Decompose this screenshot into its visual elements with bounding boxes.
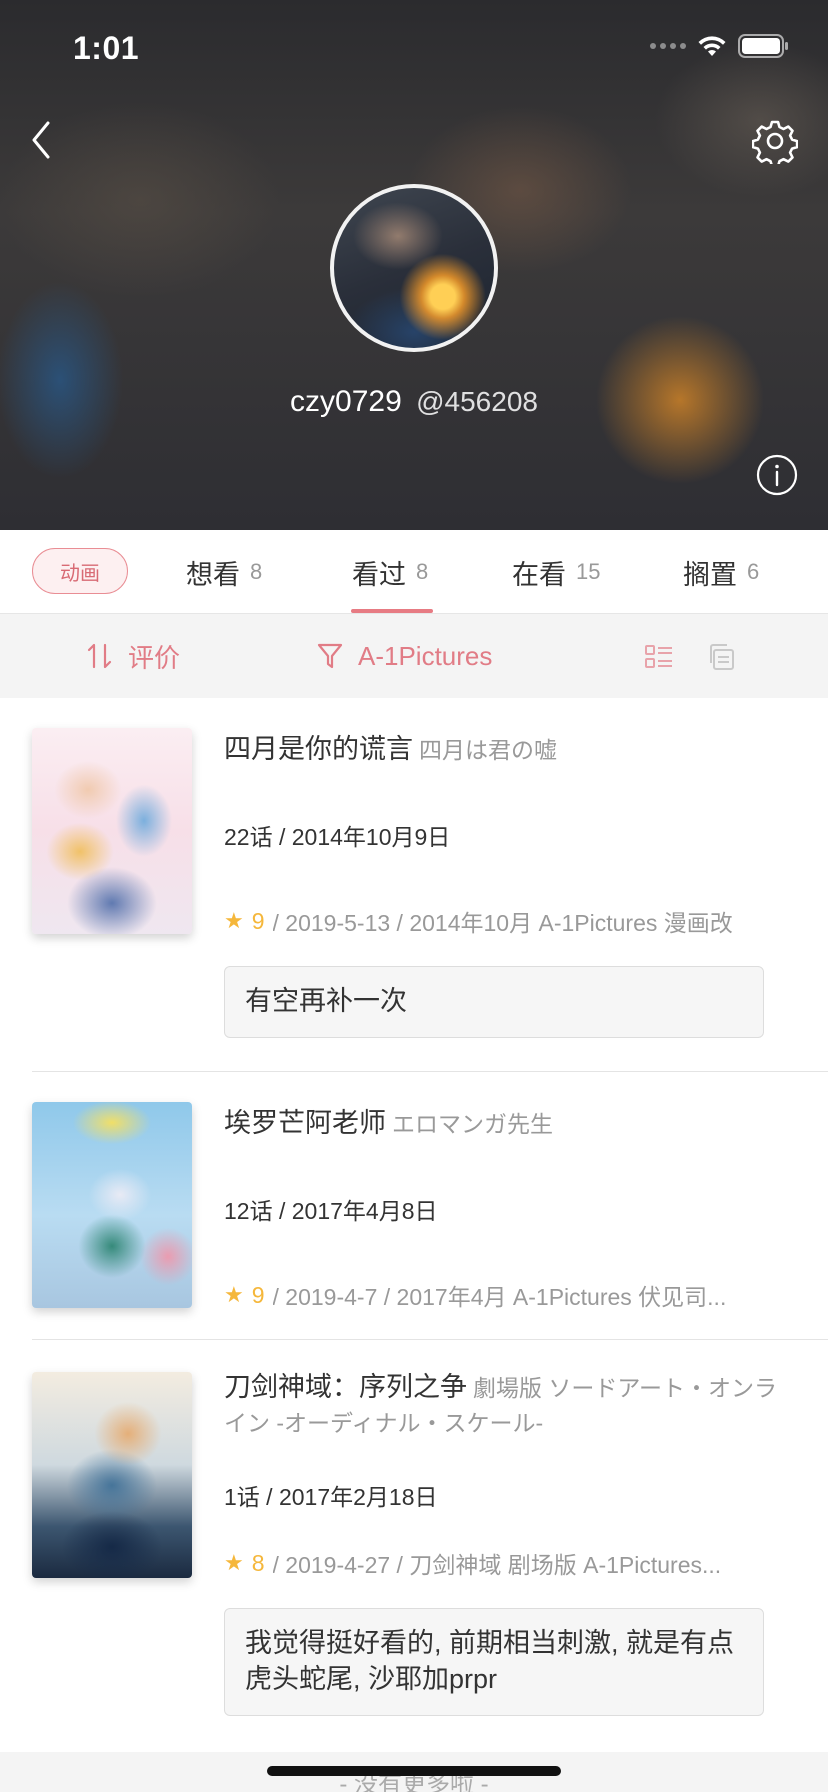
- info-icon: [756, 454, 798, 496]
- list-view-button[interactable]: [644, 642, 674, 672]
- item-title-jp: エロマンガ先生: [392, 1111, 553, 1137]
- poster-image[interactable]: [32, 1372, 192, 1578]
- item-title-jp: 四月は君の嘘: [419, 737, 557, 763]
- profile-header: 1:01 czy0729 @456208: [0, 0, 828, 530]
- item-comment: 有空再补一次: [224, 966, 764, 1038]
- list-item[interactable]: 刀剑神域：序列之争 劇場版 ソードアート・オンライン -オーディナル・スケール- …: [0, 1340, 828, 1752]
- collection-tabs: 动画 想看 8 看过 8 在看 15 搁置 6: [0, 530, 828, 614]
- info-button[interactable]: [756, 454, 798, 496]
- poster-image[interactable]: [32, 728, 192, 934]
- list-item[interactable]: 四月是你的谎言 四月は君の嘘 22话 / 2014年10月9日 ★ 9 / 201…: [0, 698, 828, 1072]
- filter-button[interactable]: A-1Pictures: [316, 614, 492, 698]
- star-icon: ★: [224, 908, 244, 933]
- sort-label: 评价: [128, 642, 181, 673]
- tab-watching[interactable]: 在看 15: [512, 530, 600, 614]
- battery-icon: [738, 34, 790, 58]
- item-score: 9: [251, 907, 265, 934]
- star-icon: ★: [224, 1282, 244, 1307]
- active-tab-indicator: [351, 609, 433, 613]
- item-title-cn: 四月是你的谎言: [224, 734, 413, 764]
- item-meta: ★ 9 / 2019-4-7 / 2017年4月 A-1Pictures 伏见司…: [224, 1278, 784, 1312]
- item-meta: ★ 8 / 2019-4-27 / 刀剑神域 剧场版 A-1Pictures..…: [224, 1546, 784, 1580]
- back-button[interactable]: [22, 115, 62, 165]
- filter-label: A-1Pictures: [358, 640, 493, 671]
- tab-count: 15: [576, 559, 601, 584]
- collection-list: 四月是你的谎言 四月は君の嘘 22话 / 2014年10月9日 ★ 9 / 201…: [0, 698, 828, 1752]
- list-item[interactable]: 埃罗芒阿老师 エロマンガ先生 12话 / 2017年4月8日 ★ 9 / 2019…: [0, 1072, 828, 1340]
- grid-view-button[interactable]: [706, 642, 736, 672]
- category-selector[interactable]: 动画: [32, 548, 128, 594]
- avatar[interactable]: [330, 184, 498, 352]
- wifi-icon: [696, 34, 728, 58]
- item-title: 刀剑神域：序列之争 劇場版 ソードアート・オンライン -オーディナル・スケール-: [224, 1370, 788, 1440]
- gear-icon: [751, 120, 799, 168]
- home-indicator: [267, 1766, 561, 1776]
- status-time: 1:01: [73, 30, 140, 66]
- item-score: 9: [251, 1281, 265, 1308]
- filter-bar: 评价 A-1Pictures: [0, 614, 828, 698]
- item-title: 埃罗芒阿老师 エロマンガ先生: [224, 1106, 788, 1141]
- chevron-left-icon: [32, 121, 50, 159]
- item-meta-text: / 2019-5-13 / 2014年10月 A-1Pictures 漫画改: [272, 910, 733, 936]
- signal-icon: [650, 43, 686, 49]
- item-title-cn: 埃罗芒阿老师: [224, 1108, 386, 1138]
- tab-wish[interactable]: 想看 8: [186, 530, 262, 614]
- tab-label: 在看: [512, 559, 566, 590]
- item-comment: 我觉得挺好看的, 前期相当刺激, 就是有点虎头蛇尾, 沙耶加prpr: [224, 1608, 764, 1716]
- username: czy0729: [290, 385, 402, 418]
- filter-icon: [317, 643, 343, 669]
- poster-image[interactable]: [32, 1102, 192, 1308]
- tab-on-hold[interactable]: 搁置 6: [683, 530, 759, 614]
- tab-count: 6: [747, 559, 760, 584]
- item-episodes: 22话 / 2014年10月9日: [224, 824, 451, 850]
- user-name: czy0729 @456208: [0, 385, 828, 419]
- tab-count: 8: [250, 559, 263, 584]
- list-view-icon: [645, 645, 672, 668]
- tab-label: 搁置: [683, 559, 737, 590]
- sort-button[interactable]: 评价: [86, 614, 180, 698]
- item-meta-text: / 2019-4-27 / 刀剑神域 剧场版 A-1Pictures...: [272, 1552, 722, 1578]
- item-meta: ★ 9 / 2019-5-13 / 2014年10月 A-1Pictures 漫…: [224, 904, 784, 938]
- item-meta-text: / 2019-4-7 / 2017年4月 A-1Pictures 伏见司...: [272, 1284, 727, 1310]
- item-score: 8: [251, 1549, 265, 1576]
- settings-button[interactable]: [751, 118, 799, 168]
- tab-watched[interactable]: 看过 8: [352, 530, 428, 614]
- tab-count: 8: [416, 559, 429, 584]
- star-icon: ★: [224, 1550, 244, 1575]
- copy-view-icon: [710, 644, 734, 670]
- item-episodes: 1话 / 2017年2月18日: [224, 1484, 438, 1510]
- sort-icon: [87, 643, 112, 669]
- user-id: @456208: [416, 386, 538, 417]
- item-episodes: 12话 / 2017年4月8日: [224, 1198, 438, 1224]
- status-indicators: [650, 34, 790, 58]
- item-title-cn: 刀剑神域：序列之争: [224, 1372, 467, 1402]
- tab-label: 看过: [352, 559, 406, 590]
- item-title: 四月是你的谎言 四月は君の嘘: [224, 732, 788, 767]
- tab-label: 想看: [186, 559, 240, 590]
